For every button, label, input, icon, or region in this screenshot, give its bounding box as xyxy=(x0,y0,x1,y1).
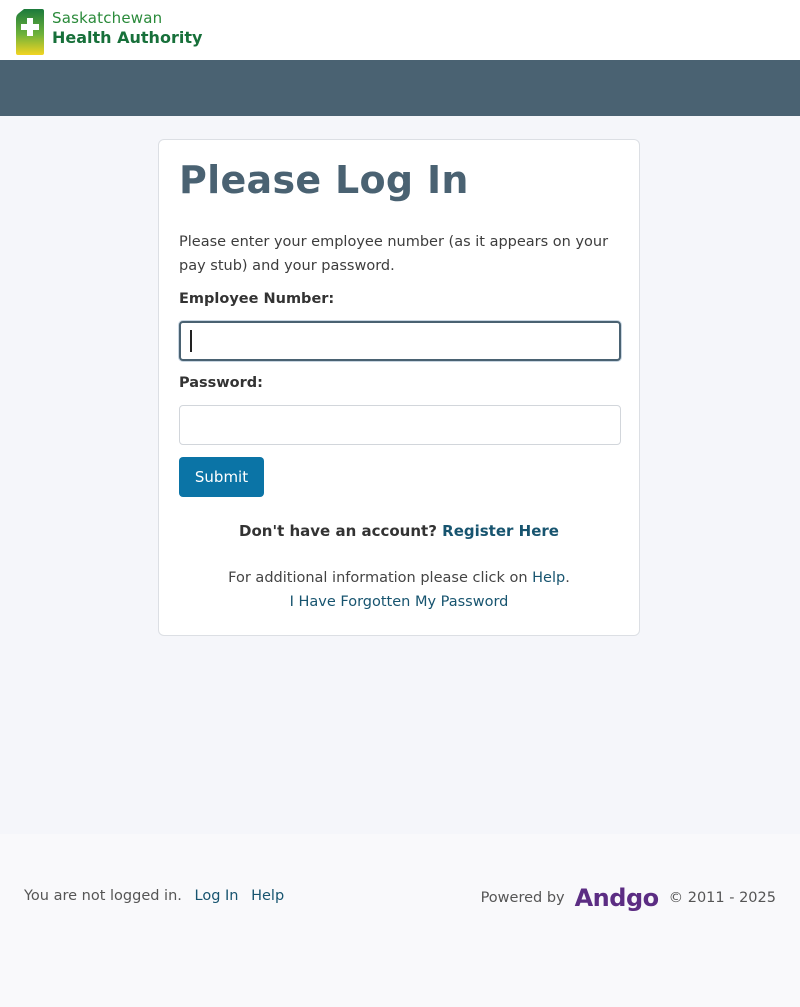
sha-logo[interactable]: Saskatchewan Health Authority xyxy=(16,9,202,55)
submit-button[interactable]: Submit xyxy=(179,457,264,497)
login-card: Please Log In Please enter your employee… xyxy=(158,139,640,636)
register-link[interactable]: Register Here xyxy=(442,522,559,540)
forgot-password-link[interactable]: I Have Forgotten My Password xyxy=(290,594,509,610)
text-cursor xyxy=(190,330,192,352)
copyright-text: © 2011 - 2025 xyxy=(668,890,776,906)
footer-right: Powered by Andgo © 2011 - 2025 xyxy=(481,884,776,912)
footer: You are not logged in. Log In Help Power… xyxy=(0,834,800,1007)
logo-line-2: Health Authority xyxy=(52,28,203,47)
logo-line-1: Saskatchewan xyxy=(52,9,163,27)
password-label: Password: xyxy=(179,375,263,391)
password-input[interactable] xyxy=(179,405,621,445)
help-link[interactable]: Help xyxy=(532,570,565,586)
employee-number-input[interactable] xyxy=(179,321,621,361)
help-suffix: . xyxy=(565,570,570,586)
help-row: For additional information please click … xyxy=(159,570,639,586)
employee-number-label: Employee Number: xyxy=(179,291,335,307)
footer-help-link[interactable]: Help xyxy=(251,888,284,904)
forgot-row: I Have Forgotten My Password xyxy=(159,594,639,610)
register-row: Don't have an account? Register Here xyxy=(159,522,639,540)
login-instructions: Please enter your employee number (as it… xyxy=(179,234,609,274)
page-title: Please Log In xyxy=(179,158,469,202)
nav-band xyxy=(0,60,800,116)
powered-by-text: Powered by xyxy=(480,890,565,906)
health-cross-icon xyxy=(16,9,44,55)
login-status: You are not logged in. xyxy=(24,888,182,904)
top-header: Saskatchewan Health Authority xyxy=(0,0,800,60)
footer-login-link[interactable]: Log In xyxy=(195,888,239,904)
andgo-logo[interactable]: Andgo xyxy=(575,884,660,912)
footer-left: You are not logged in. Log In Help xyxy=(24,888,284,904)
help-text: For additional information please click … xyxy=(228,570,528,586)
register-prompt: Don't have an account? xyxy=(239,522,437,540)
